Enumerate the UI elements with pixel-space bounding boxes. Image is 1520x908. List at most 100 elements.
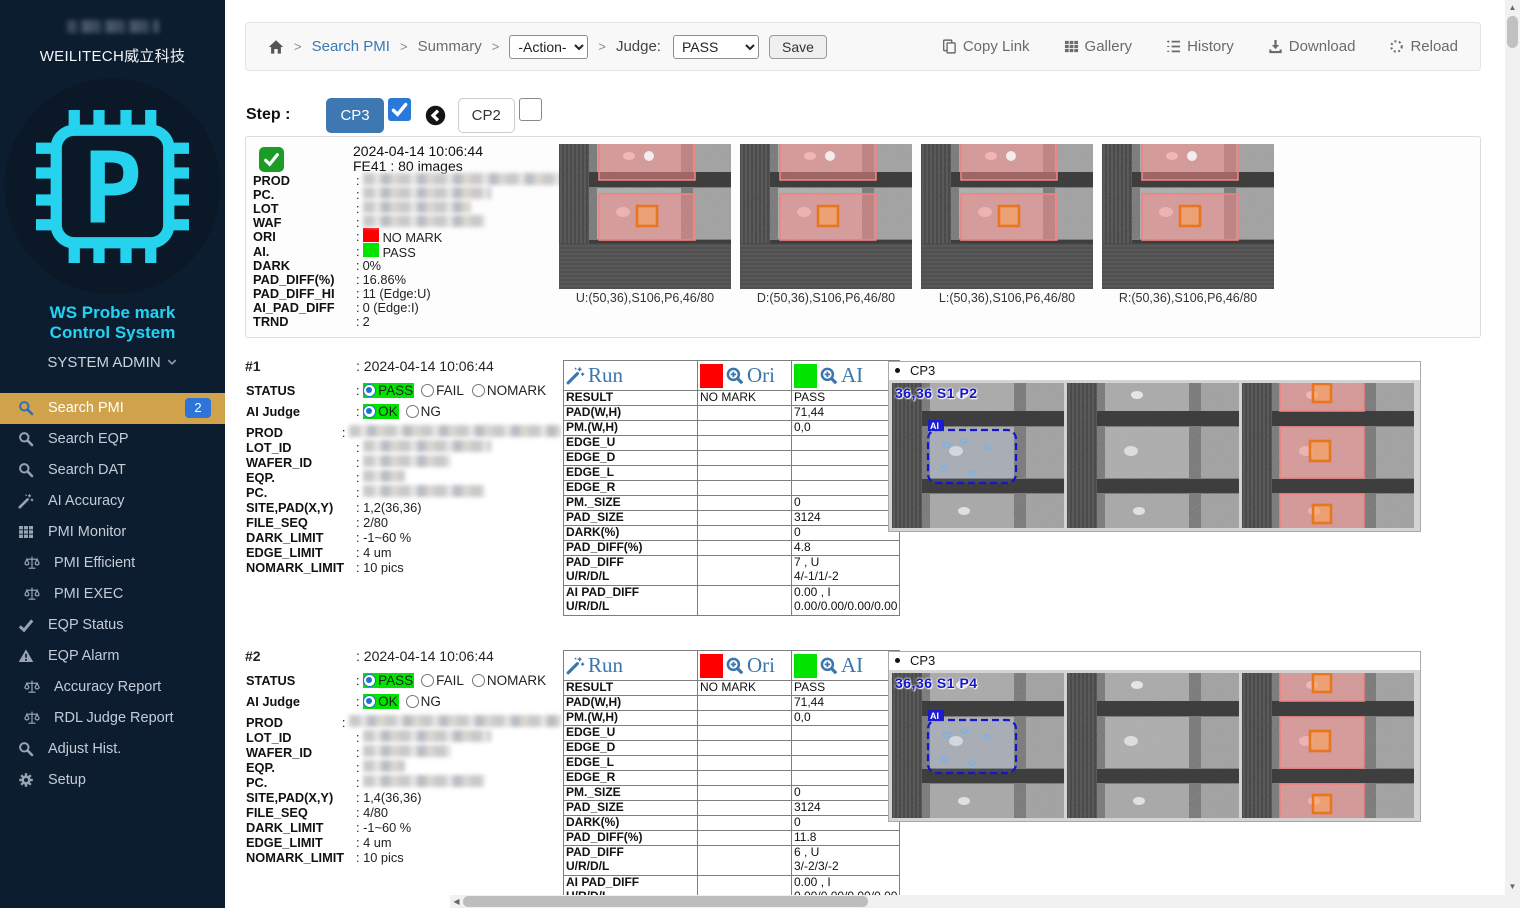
ori-value (698, 556, 792, 586)
step-button-cp2[interactable]: CP2 (458, 98, 515, 133)
sidebar-item-eqp-alarm[interactable]: EQP Alarm (0, 641, 225, 672)
horizontal-scrollbar[interactable]: ◀ ▶ (450, 895, 1520, 908)
copy-link-button[interactable]: Copy Link (942, 38, 1030, 55)
ai-value: 3124 (792, 511, 900, 526)
field-label: WAFER_ID (246, 455, 356, 470)
vertical-scrollbar-thumb[interactable] (1507, 16, 1518, 48)
reload-button[interactable]: Reload (1389, 38, 1458, 55)
sidebar-item-pmi-exec[interactable]: PMI EXEC (0, 579, 225, 610)
ai-judge-radio-ng[interactable] (406, 695, 419, 708)
sidebar-item-setup[interactable]: Setup (0, 765, 225, 796)
sidebar-item-pmi-efficient[interactable]: PMI Efficient (0, 548, 225, 579)
wafer-image-original[interactable] (1067, 673, 1239, 818)
ai-judge-radio-ok[interactable] (363, 405, 376, 418)
sidebar-item-accuracy-report[interactable]: Accuracy Report (0, 672, 225, 703)
status-radio-nomark[interactable] (472, 674, 485, 687)
record-field-dark-limit: DARK_LIMIT: -1~60 % (246, 820, 561, 835)
zoom-plus-icon (726, 657, 744, 675)
wafer-image-marked[interactable] (1242, 383, 1414, 528)
sidebar-item-adjust-hist[interactable]: Adjust Hist. (0, 734, 225, 765)
sidebar-item-search-dat[interactable]: Search DAT (0, 455, 225, 486)
chevron-circle-left-icon[interactable] (425, 105, 446, 126)
step-checkbox-cp3[interactable] (388, 98, 411, 121)
ai-value: 7 , U 4/-1/1/-2 (792, 556, 900, 586)
record-field-status: STATUS: PASS FAIL NOMARK (246, 673, 561, 688)
summary-thumbnail-u[interactable]: U:(50,36),S106,P6,46/80 (559, 144, 731, 305)
ai-zoom-button[interactable]: AI (792, 651, 900, 681)
sidebar-item-ai-accuracy[interactable]: AI Accuracy (0, 486, 225, 517)
summary-thumbnail-r[interactable]: R:(50,36),S106,P6,46/80 (1102, 144, 1274, 305)
status-radio-nomark[interactable] (472, 384, 485, 397)
wafer-image[interactable] (740, 144, 912, 289)
breadcrumb-separator: > (598, 39, 606, 54)
ori-zoom-button[interactable]: Ori (698, 361, 792, 391)
sidebar-item-search-eqp[interactable]: Search EQP (0, 424, 225, 455)
field-label: PAD_DIFF(%) (253, 272, 356, 287)
save-button[interactable]: Save (769, 35, 827, 59)
wafer-image-marked[interactable] (1242, 673, 1414, 818)
result-row-pad-size: PAD_SIZE 3124 (564, 511, 900, 526)
scroll-down-arrow[interactable]: ▼ (1505, 879, 1520, 894)
step-checkbox-cp2[interactable] (519, 98, 542, 121)
sidebar-item-label: PMI EXEC (54, 586, 123, 602)
scroll-left-arrow[interactable]: ◀ (450, 895, 463, 908)
vertical-scrollbar[interactable]: ▲ ▼ (1505, 0, 1520, 908)
ai-judge-radio-ok[interactable] (363, 695, 376, 708)
horizontal-scrollbar-thumb[interactable] (463, 896, 868, 907)
ori-value: NO MARK (698, 681, 792, 696)
user-role-menu[interactable]: SYSTEM ADMIN (47, 354, 177, 371)
gallery-button[interactable]: Gallery (1064, 38, 1133, 55)
red-status-swatch (700, 364, 723, 388)
ai-judge-radio-ng[interactable] (406, 405, 419, 418)
wafer-image-original[interactable] (1067, 383, 1239, 528)
sidebar-item-eqp-status[interactable]: EQP Status (0, 610, 225, 641)
status-radio-pass[interactable] (363, 384, 376, 397)
ori-value (698, 586, 792, 616)
field-label: EDGE_LIMIT (246, 835, 356, 850)
run-button[interactable]: Run (564, 651, 698, 681)
download-button[interactable]: Download (1268, 38, 1356, 55)
wafer-image-ai[interactable]: AI 36,36 S1 P4 (892, 673, 1064, 818)
status-radio-fail[interactable] (421, 384, 434, 397)
result-row-edge-r: EDGE_R (564, 771, 900, 786)
app-title: WS Probe mark Control System (0, 303, 225, 344)
result-row-edge-l: EDGE_L (564, 466, 900, 481)
wafer-image[interactable] (1102, 144, 1274, 289)
field-label: LOT_ID (246, 730, 356, 745)
step-button-cp3[interactable]: CP3 (326, 98, 383, 133)
ori-zoom-button[interactable]: Ori (698, 651, 792, 681)
summary-thumbnail-d[interactable]: D:(50,36),S106,P6,46/80 (740, 144, 912, 305)
sidebar-item-rdl-judge-report[interactable]: RDL Judge Report (0, 703, 225, 734)
summary-thumbnail-l[interactable]: L:(50,36),S106,P6,46/80 (921, 144, 1093, 305)
run-button[interactable]: Run (564, 361, 698, 391)
ai-zoom-button[interactable]: AI (792, 361, 900, 391)
wafer-image[interactable] (559, 144, 731, 289)
step-label: Step : (246, 106, 290, 124)
wafer-image[interactable] (921, 144, 1093, 289)
sidebar-item-pmi-monitor[interactable]: PMI Monitor (0, 517, 225, 548)
summary-checkbox[interactable] (259, 147, 284, 172)
result-row-label: RESULT (564, 681, 698, 696)
ai-value: 0.00 , I 0.00/0.00/0.00/0.00 (792, 586, 900, 616)
company-name-redacted (67, 20, 159, 33)
redacted-value (363, 775, 485, 787)
status-radio-fail[interactable] (421, 674, 434, 687)
zoom-plus-icon (726, 367, 744, 385)
breadcrumb-link-search-pmi[interactable]: Search PMI (312, 38, 390, 55)
action-select[interactable]: -Action- (509, 35, 588, 59)
history-button[interactable]: History (1166, 38, 1234, 55)
wafer-image-ai[interactable]: AI 36,36 S1 P2 (892, 383, 1064, 528)
judge-select[interactable]: PASS (673, 35, 759, 59)
thumbnail-caption: U:(50,36),S106,P6,46/80 (559, 291, 731, 305)
scroll-up-arrow[interactable]: ▲ (1505, 0, 1520, 15)
sidebar-item-search-pmi[interactable]: Search PMI 2 (0, 393, 225, 424)
ai-judge-option-ok: OK (363, 694, 399, 709)
ai-value: 4.8 (792, 541, 900, 556)
step-selector: Step : CP3 CP2 (246, 96, 542, 134)
status-radio-pass[interactable] (363, 674, 376, 687)
breadcrumb-bar: > Search PMI > Summary > -Action- > Judg… (245, 22, 1481, 71)
result-row-label: PM._SIZE (564, 496, 698, 511)
sidebar-item-label: RDL Judge Report (54, 710, 174, 726)
home-icon[interactable] (268, 39, 284, 55)
field-label: ORI (253, 229, 356, 244)
